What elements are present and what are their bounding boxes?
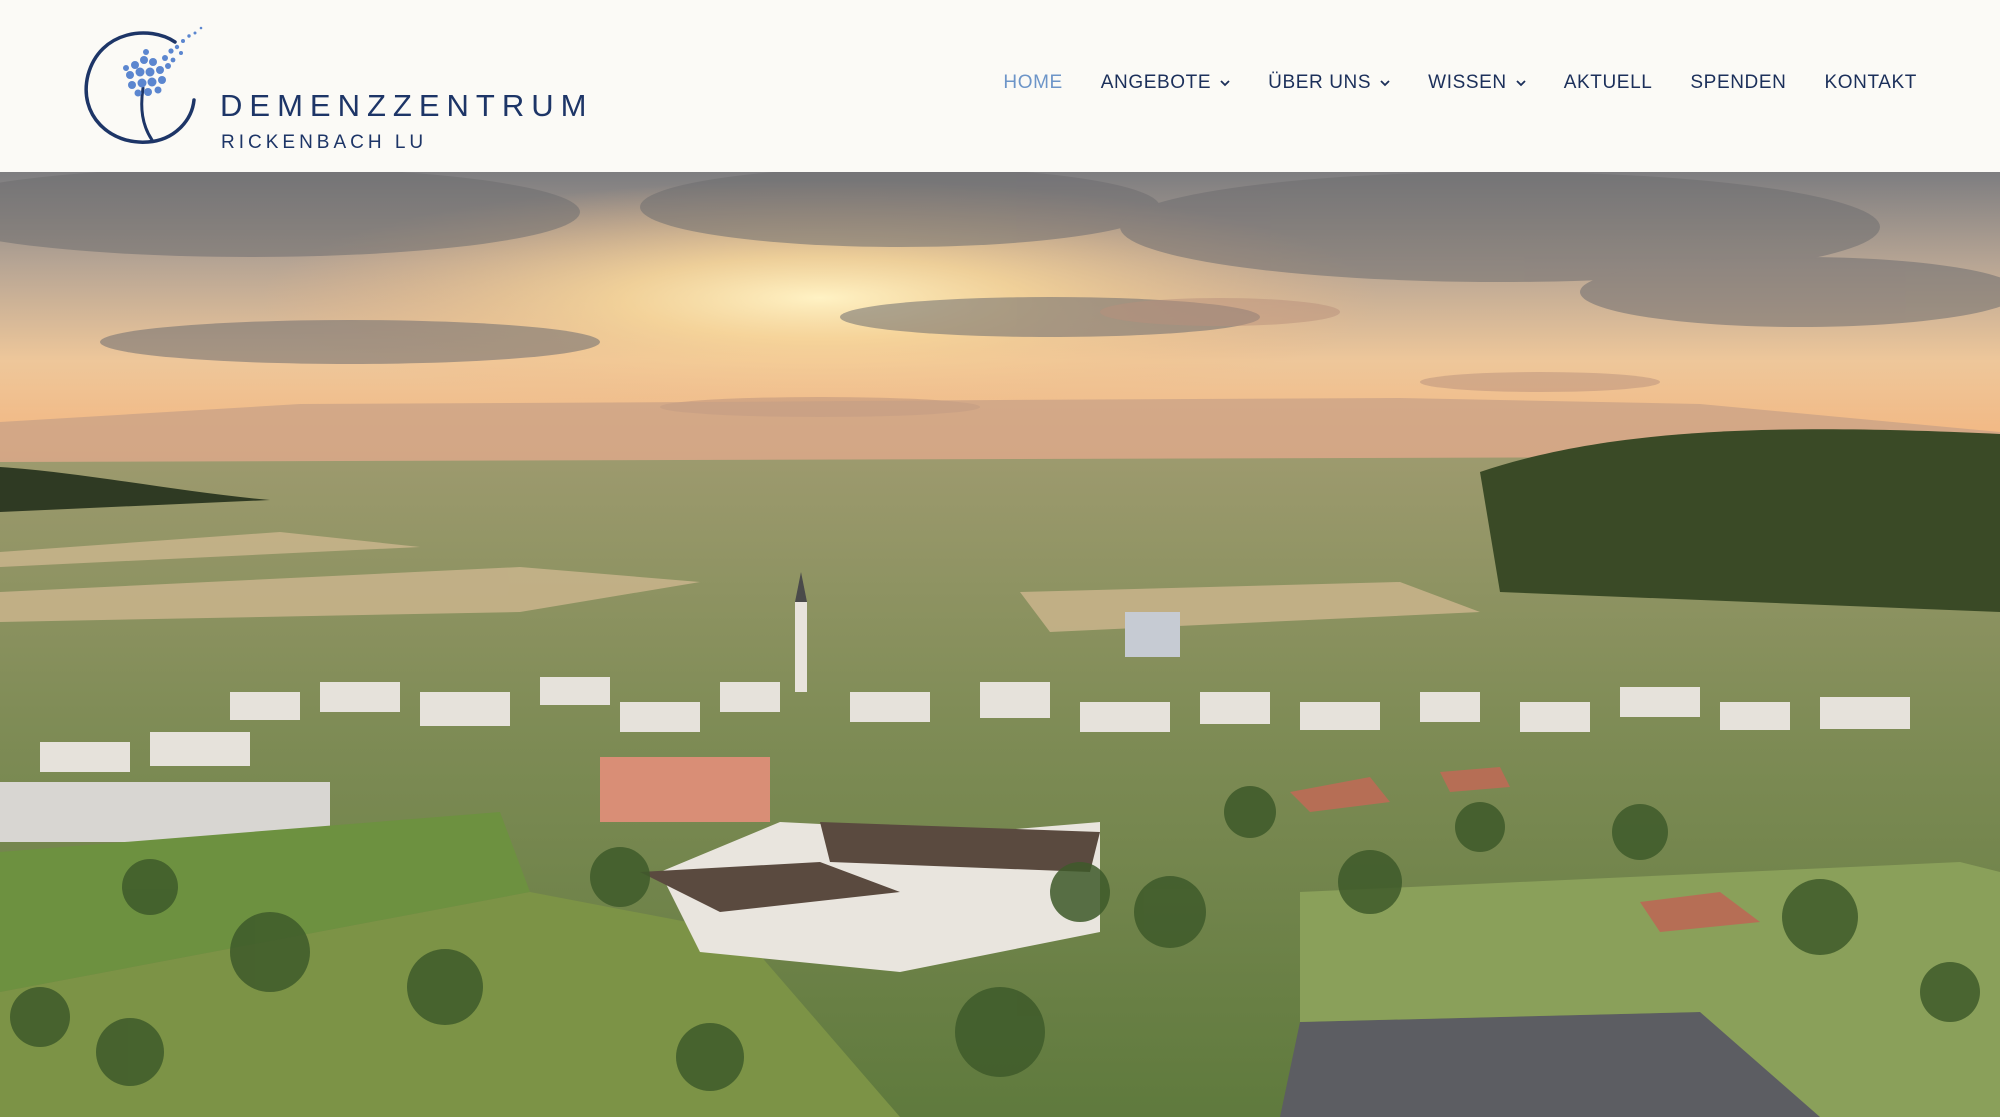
site-header: DEMENZZENTRUM RICKENBACH LU HOME ANGEBOT… (0, 0, 2000, 172)
nav-item-label: HOME (1003, 72, 1063, 93)
nav-item-wissen[interactable]: WISSEN (1428, 72, 1526, 94)
hero-image (0, 172, 2000, 1117)
brand-title: DEMENZZENTRUM (220, 88, 594, 123)
village-sunset-photo (0, 172, 2000, 1117)
nav-item-spenden[interactable]: SPENDEN (1690, 72, 1786, 94)
nav-item-label: KONTAKT (1824, 72, 1917, 93)
nav-item-ueber-uns[interactable]: ÜBER UNS (1268, 72, 1390, 94)
nav-item-label: AKTUELL (1563, 72, 1653, 93)
nav-item-home[interactable]: HOME (1003, 72, 1062, 94)
nav-item-aktuell[interactable]: AKTUELL (1564, 72, 1653, 94)
nav-item-label: ÜBER UNS (1268, 72, 1372, 93)
nav-item-label: SPENDEN (1690, 72, 1787, 93)
nav-item-label: WISSEN (1428, 72, 1507, 93)
main-nav: HOME ANGEBOTE ÜBER UNS WISSEN AKTUELL SP… (965, 72, 1917, 94)
nav-item-kontakt[interactable]: KONTAKT (1824, 72, 1917, 94)
chevron-down-icon (1380, 80, 1390, 87)
nav-item-label: ANGEBOTE (1100, 72, 1212, 93)
chevron-down-icon (1220, 80, 1230, 87)
dandelion-circle-logo-icon (84, 26, 203, 144)
brand-subtitle: RICKENBACH LU (221, 132, 428, 153)
nav-item-angebote[interactable]: ANGEBOTE (1101, 72, 1230, 94)
site-logo[interactable]: DEMENZZENTRUM RICKENBACH LU (80, 20, 586, 153)
chevron-down-icon (1516, 80, 1526, 87)
